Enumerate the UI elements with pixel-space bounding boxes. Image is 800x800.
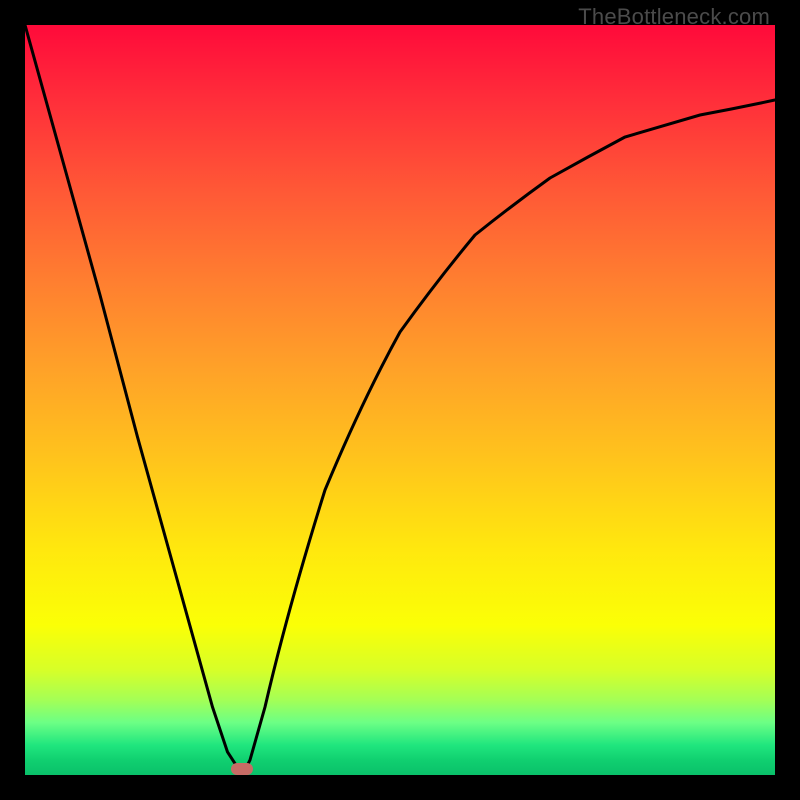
chart-frame: [25, 25, 775, 775]
bottleneck-curve: [25, 25, 775, 775]
optimal-point-marker: [231, 763, 253, 775]
bottleneck-curve-svg: [25, 25, 775, 775]
